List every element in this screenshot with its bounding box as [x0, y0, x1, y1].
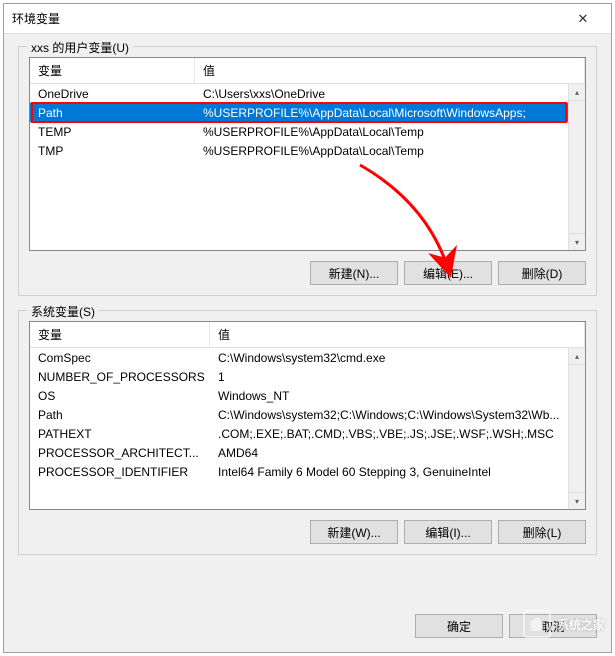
list-header: 变量 值 [30, 322, 585, 348]
env-vars-dialog: 环境变量 ✕ xxs 的用户变量(U) 变量 值 OneDrive C:\Use… [3, 3, 612, 653]
table-row[interactable]: PROCESSOR_ARCHITECT...AMD64 [30, 443, 568, 462]
new-button[interactable]: 新建(N)... [310, 261, 398, 285]
table-row[interactable]: OneDrive C:\Users\xxs\OneDrive [30, 84, 568, 103]
scroll-down-icon[interactable]: ▾ [569, 233, 585, 250]
table-row[interactable]: NUMBER_OF_PROCESSORS1 [30, 367, 568, 386]
table-row[interactable]: OSWindows_NT [30, 386, 568, 405]
table-row[interactable]: TMP %USERPROFILE%\AppData\Local\Temp [30, 141, 568, 160]
list-body: OneDrive C:\Users\xxs\OneDrive Path %USE… [30, 84, 585, 250]
user-vars-list[interactable]: 变量 值 OneDrive C:\Users\xxs\OneDrive Path… [29, 57, 586, 251]
content-area: xxs 的用户变量(U) 变量 值 OneDrive C:\Users\xxs\… [4, 34, 611, 604]
table-row-selected[interactable]: Path %USERPROFILE%\AppData\Local\Microso… [30, 103, 568, 122]
window-title: 环境变量 [12, 10, 563, 27]
edit-button[interactable]: 编辑(I)... [404, 520, 492, 544]
list-body: ComSpecC:\Windows\system32\cmd.exe NUMBE… [30, 348, 585, 509]
scroll-up-icon[interactable]: ▴ [569, 84, 585, 101]
ok-button[interactable]: 确定 [415, 614, 503, 638]
system-vars-list[interactable]: 变量 值 ComSpecC:\Windows\system32\cmd.exe … [29, 321, 586, 510]
user-vars-group: xxs 的用户变量(U) 变量 值 OneDrive C:\Users\xxs\… [18, 46, 597, 296]
table-row[interactable]: PROCESSOR_IDENTIFIERIntel64 Family 6 Mod… [30, 462, 568, 481]
user-vars-label: xxs 的用户变量(U) [27, 39, 133, 56]
titlebar: 环境变量 ✕ [4, 4, 611, 34]
table-row[interactable]: ComSpecC:\Windows\system32\cmd.exe [30, 348, 568, 367]
table-row[interactable]: PATHEXT.COM;.EXE;.BAT;.CMD;.VBS;.VBE;.JS… [30, 424, 568, 443]
col-header-value[interactable]: 值 [195, 58, 585, 83]
col-header-name[interactable]: 变量 [30, 322, 210, 347]
system-vars-group: 系统变量(S) 变量 值 ComSpecC:\Windows\system32\… [18, 310, 597, 555]
delete-button[interactable]: 删除(L) [498, 520, 586, 544]
list-header: 变量 值 [30, 58, 585, 84]
user-vars-buttons: 新建(N)... 编辑(E)... 删除(D) [29, 261, 586, 285]
scrollbar[interactable]: ▴ ▾ [568, 348, 585, 509]
close-icon: ✕ [578, 11, 589, 27]
system-vars-label: 系统变量(S) [27, 303, 99, 320]
dialog-buttons: 确定 取消 [4, 604, 611, 652]
cancel-button[interactable]: 取消 [509, 614, 597, 638]
edit-button[interactable]: 编辑(E)... [404, 261, 492, 285]
table-row[interactable]: PathC:\Windows\system32;C:\Windows;C:\Wi… [30, 405, 568, 424]
table-row[interactable]: TEMP %USERPROFILE%\AppData\Local\Temp [30, 122, 568, 141]
close-button[interactable]: ✕ [563, 5, 603, 33]
new-button[interactable]: 新建(W)... [310, 520, 398, 544]
scroll-up-icon[interactable]: ▴ [569, 348, 585, 365]
col-header-name[interactable]: 变量 [30, 58, 195, 83]
scroll-down-icon[interactable]: ▾ [569, 492, 585, 509]
delete-button[interactable]: 删除(D) [498, 261, 586, 285]
scrollbar[interactable]: ▴ ▾ [568, 84, 585, 250]
col-header-value[interactable]: 值 [210, 322, 585, 347]
system-vars-buttons: 新建(W)... 编辑(I)... 删除(L) [29, 520, 586, 544]
